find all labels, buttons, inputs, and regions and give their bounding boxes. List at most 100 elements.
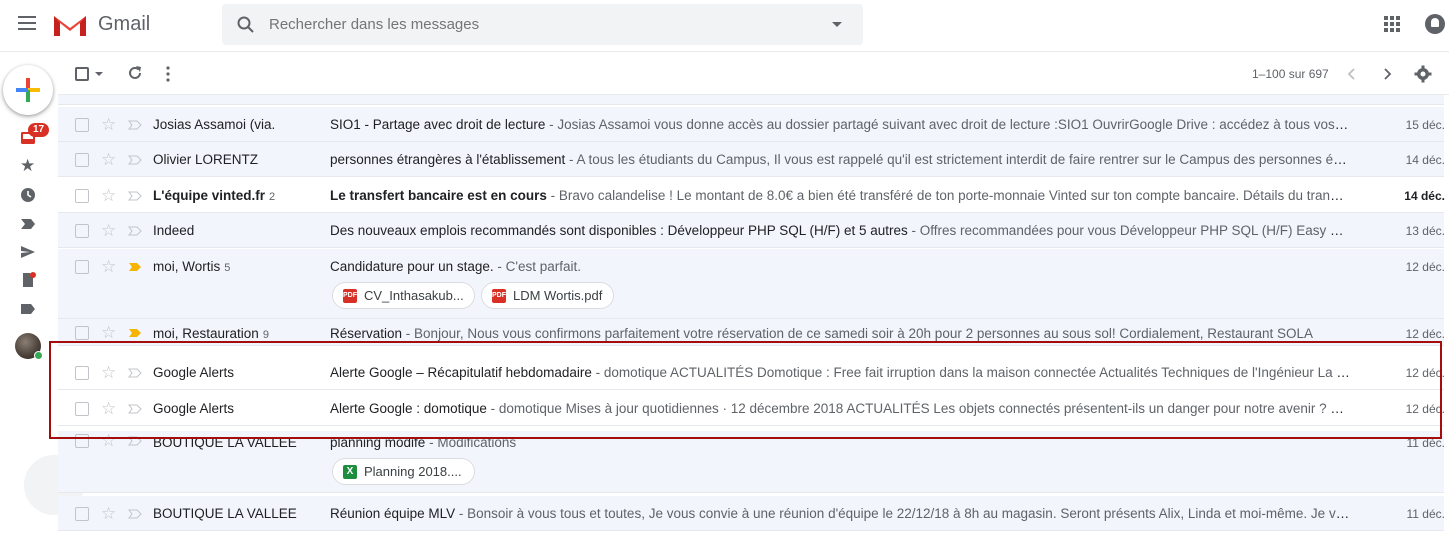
email-date: 14 déc.	[1404, 189, 1445, 203]
star-icon[interactable]: ☆	[101, 187, 116, 204]
label-icon[interactable]	[20, 301, 36, 317]
attachment-name: LDM Wortis.pdf	[513, 288, 603, 303]
attachment-chip[interactable]: X Planning 2018....	[332, 458, 475, 485]
star-icon[interactable]: ☆	[101, 116, 116, 133]
importance-marker-icon[interactable]	[128, 328, 142, 338]
email-date: 15 déc.	[1405, 118, 1445, 132]
snoozed-clock-icon[interactable]	[20, 187, 36, 203]
row-checkbox[interactable]	[75, 118, 89, 132]
snippet: - Bonsoir à vous tous et toutes, Je vous…	[455, 506, 1350, 521]
starred-icon[interactable]: ★	[20, 157, 36, 174]
compose-plus-icon	[16, 78, 40, 102]
row-checkbox[interactable]	[75, 224, 89, 238]
email-row-partial[interactable]	[58, 95, 1444, 105]
sender-name: Indeed	[153, 223, 195, 238]
email-date: 11 déc.	[1406, 507, 1445, 521]
snippet: - A tous les étudiants du Campus, Il vou…	[565, 152, 1350, 167]
sent-icon[interactable]	[20, 244, 36, 260]
compose-button[interactable]	[3, 65, 53, 115]
sender-name: L'équipe vinted.fr 2	[153, 188, 276, 203]
attachment-chip[interactable]: PDF LDM Wortis.pdf	[481, 282, 614, 309]
select-dropdown-icon[interactable]	[95, 72, 103, 76]
sender-name: Olivier LORENTZ	[153, 152, 259, 167]
thread-count: 9	[262, 329, 269, 341]
email-row[interactable]: ☆ Indeed Des nouveaux emplois recommandé…	[58, 213, 1445, 248]
apps-grid-icon[interactable]	[1384, 16, 1400, 32]
star-icon[interactable]: ☆	[101, 258, 116, 275]
row-checkbox[interactable]	[75, 189, 89, 203]
subject-snippet: Candidature pour un stage. - C'est parfa…	[330, 259, 1350, 274]
mail-toolbar: 1–100 sur 697	[58, 53, 1449, 95]
importance-marker-icon[interactable]	[128, 509, 142, 519]
subject-snippet: SIO1 - Partage avec droit de lecture - J…	[330, 117, 1350, 132]
snippet: - Offres recommandées pour vous Développ…	[911, 223, 1350, 238]
notifications-icon[interactable]	[1425, 14, 1445, 34]
attachment-name: Planning 2018....	[364, 464, 462, 479]
star-icon[interactable]: ☆	[101, 324, 116, 341]
sender-name: moi, Restauration 9	[153, 326, 269, 341]
subject: Candidature pour un stage.	[330, 259, 494, 274]
search-icon[interactable]	[236, 15, 256, 35]
gmail-logo-icon[interactable]	[52, 12, 88, 38]
importance-marker-icon[interactable]	[128, 191, 142, 201]
pdf-file-icon: PDF	[492, 289, 506, 303]
subject: Réservation	[330, 326, 403, 341]
sender-name: moi, Wortis 5	[153, 259, 231, 274]
email-row-with-attachments[interactable]: ☆ moi, Wortis 5 Candidature pour un stage…	[58, 249, 1445, 319]
email-row[interactable]: ☆ Josias Assamoi (via. SIO1 - Partage av…	[58, 107, 1445, 142]
attachment-chip[interactable]: PDF CV_Inthasakub...	[332, 282, 475, 309]
email-row[interactable]: ☆ BOUTIQUE LA VALLEE Réunion équipe MLV …	[58, 496, 1445, 531]
snippet: - Bravo calandelise ! Le montant de 8.0€…	[546, 188, 1350, 203]
more-options-icon[interactable]	[166, 66, 170, 82]
email-row-unread[interactable]: ☆ L'équipe vinted.fr 2 Le transfert banca…	[58, 178, 1445, 213]
search-input[interactable]	[269, 12, 789, 36]
drafts-icon[interactable]	[20, 272, 36, 288]
pdf-file-icon: PDF	[343, 289, 357, 303]
thread-count: 5	[224, 262, 231, 274]
pagination-text: 1–100 sur 697	[1252, 67, 1329, 81]
snippet: - Josias Assamoi vous donne accès au dos…	[545, 117, 1350, 132]
importance-marker-icon[interactable]	[128, 120, 142, 130]
spreadsheet-file-icon: X	[343, 465, 357, 479]
email-date: 14 déc.	[1405, 153, 1445, 167]
thread-count: 2	[268, 191, 276, 203]
subject-snippet: Le transfert bancaire est en cours - Bra…	[330, 188, 1350, 203]
refresh-icon[interactable]	[127, 65, 143, 81]
previous-page-icon[interactable]	[1345, 67, 1359, 81]
email-date: 12 déc.	[1405, 260, 1445, 274]
email-date: 12 déc.	[1405, 327, 1445, 341]
inbox-unread-badge: 17	[28, 123, 50, 137]
sender-name: Josias Assamoi (via.	[153, 117, 276, 132]
importance-marker-icon[interactable]	[128, 262, 142, 272]
main-menu-icon[interactable]	[18, 16, 36, 30]
subject-snippet: Réservation - Bonjour, Nous vous confirm…	[330, 326, 1350, 341]
next-page-icon[interactable]	[1380, 67, 1394, 81]
online-status-dot	[34, 351, 43, 360]
importance-marker-icon[interactable]	[128, 155, 142, 165]
search-options-dropdown-icon[interactable]	[832, 22, 842, 27]
row-checkbox[interactable]	[75, 260, 89, 274]
star-icon[interactable]: ☆	[101, 151, 116, 168]
email-date: 13 déc.	[1405, 224, 1445, 238]
left-rail: 17 ★	[0, 53, 84, 549]
attachment-name: CV_Inthasakub...	[364, 288, 464, 303]
snippet: - C'est parfait.	[493, 259, 581, 274]
subject-snippet: personnes étrangères à l'établissement -…	[330, 152, 1350, 167]
important-icon[interactable]	[20, 216, 36, 232]
row-checkbox[interactable]	[75, 153, 89, 167]
message-list: ☆ Josias Assamoi (via. SIO1 - Partage av…	[58, 95, 1449, 549]
subject: Réunion équipe MLV	[330, 506, 456, 521]
subject: personnes étrangères à l'établissement	[330, 152, 566, 167]
star-icon[interactable]: ☆	[101, 222, 116, 239]
email-row[interactable]: ☆ Olivier LORENTZ personnes étrangères à…	[58, 142, 1445, 177]
select-all-checkbox[interactable]	[75, 67, 89, 81]
row-checkbox[interactable]	[75, 507, 89, 521]
star-icon[interactable]: ☆	[101, 505, 116, 522]
row-checkbox[interactable]	[75, 326, 89, 340]
settings-gear-icon[interactable]	[1414, 65, 1432, 83]
email-row-with-attachments[interactable]: ☆ BOUTIQUE LA VALLEE planning modifé - M…	[58, 431, 1445, 493]
importance-marker-icon[interactable]	[128, 226, 142, 236]
snippet: - Bonjour, Nous vous confirmons parfaite…	[402, 326, 1314, 341]
search-bar[interactable]	[222, 4, 863, 45]
subject: SIO1 - Partage avec droit de lecture	[330, 117, 546, 132]
